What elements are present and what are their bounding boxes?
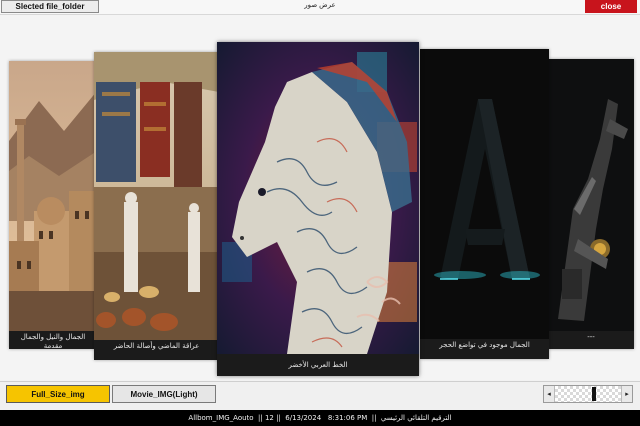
gallery-card[interactable]: ---	[548, 59, 634, 349]
card-image	[420, 49, 549, 339]
gallery-card[interactable]: الخط العربي الأخضر	[217, 42, 419, 376]
gallery-card[interactable]: الجمال موجود في تواضع الحجر	[420, 49, 549, 359]
image-carousel: الجمال والنيل والجمال مقدمة --- الجمال م…	[0, 15, 640, 380]
card-caption: الجمال والنيل والجمال مقدمة	[20, 333, 86, 349]
card-caption: الخط العربي الأخضر	[288, 361, 348, 369]
select-folder-button[interactable]: Slected file_folder	[1, 0, 99, 13]
scroll-left-icon[interactable]: ◂	[544, 386, 555, 402]
full-size-image-button[interactable]: Full_Size_img	[6, 385, 110, 403]
movie-image-light-button[interactable]: Movie_IMG(Light)	[112, 385, 216, 403]
gallery-card[interactable]: الجمال والنيل والجمال مقدمة	[9, 61, 97, 349]
card-image	[548, 59, 634, 331]
status-bar: Allbom_IMG_Aouto || 12 || 6/13/2024 8:31…	[0, 410, 640, 426]
gallery-card[interactable]: عراقة الماضي وأصالة الحاضر	[94, 52, 219, 360]
scroll-track[interactable]	[555, 386, 621, 402]
window-title: عرض صور	[304, 2, 336, 9]
title-bar: Slected file_folder عرض صور close	[0, 0, 640, 15]
card-caption: الجمال موجود في تواضع الحجر	[439, 341, 530, 349]
horizontal-scrollbar[interactable]: ◂ ▸	[543, 385, 633, 403]
close-button[interactable]: close	[585, 0, 637, 13]
card-image	[217, 42, 419, 354]
card-caption: ---	[587, 333, 595, 341]
scroll-thumb[interactable]	[592, 387, 596, 401]
card-image	[9, 61, 97, 331]
card-image	[94, 52, 219, 340]
scroll-right-icon[interactable]: ▸	[621, 386, 632, 402]
card-caption: عراقة الماضي وأصالة الحاضر	[113, 342, 200, 350]
